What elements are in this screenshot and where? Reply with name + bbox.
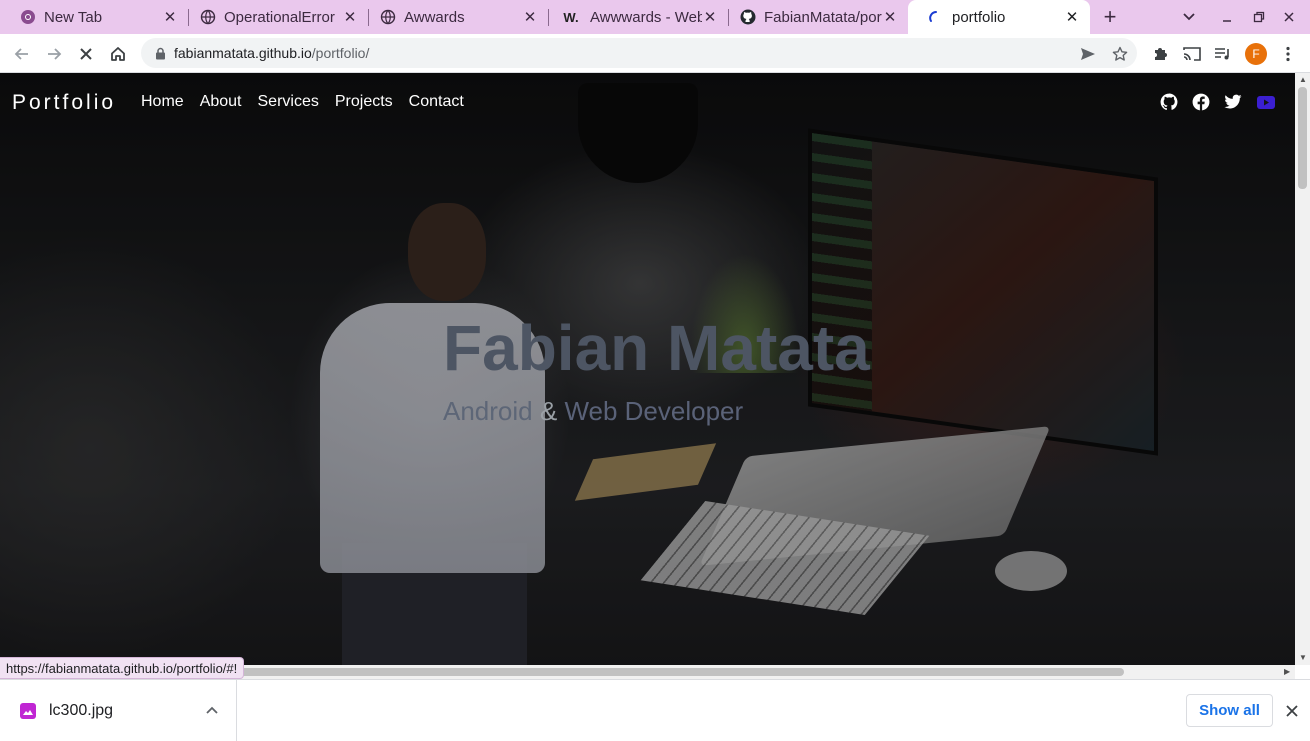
restore-icon[interactable] [1247, 5, 1271, 29]
subtitle-android: Android [443, 396, 533, 426]
tab-close-icon[interactable]: ✕ [882, 9, 898, 26]
scroll-right-arrow-icon[interactable]: ▶ [1284, 667, 1290, 676]
youtube-icon[interactable] [1257, 93, 1275, 111]
vertical-scroll-thumb[interactable] [1298, 87, 1307, 189]
show-all-downloads-button[interactable]: Show all [1186, 694, 1273, 727]
site-brand[interactable]: Portfolio [12, 91, 116, 115]
globe-icon [380, 9, 396, 25]
tab-title: New Tab [44, 8, 103, 26]
close-shelf-icon[interactable] [1283, 702, 1301, 720]
awwwards-w-icon: W. [563, 9, 579, 25]
cast-icon[interactable] [1178, 40, 1206, 68]
page-viewport: Portfolio Home About Services Projects C… [0, 73, 1295, 665]
back-arrow-icon[interactable] [8, 40, 36, 68]
nav-about[interactable]: About [200, 93, 242, 111]
tab-awwards[interactable]: Awwards ✕ [360, 0, 548, 34]
minimize-icon[interactable] [1215, 5, 1239, 29]
download-file-name: lc300.jpg [49, 702, 114, 719]
image-file-icon [20, 703, 36, 719]
bookmark-star-icon[interactable] [1106, 40, 1134, 68]
tab-title: portfolio [952, 8, 1006, 26]
nav-links: Home About Services Projects Contact [141, 93, 464, 111]
github-icon [740, 9, 756, 25]
tab-search-chevron-icon[interactable] [1177, 5, 1201, 29]
tab-title: Awwwards - Web [590, 8, 702, 26]
tab-close-icon[interactable]: ✕ [702, 9, 718, 26]
site-navbar: Portfolio Home About Services Projects C… [0, 73, 1295, 131]
tab-awwwards-web[interactable]: W. Awwwards - Web ✕ [540, 0, 728, 34]
facebook-icon[interactable] [1192, 93, 1210, 111]
tab-close-icon[interactable]: ✕ [522, 9, 538, 26]
close-window-icon[interactable] [1277, 5, 1301, 29]
twitter-icon[interactable] [1224, 93, 1242, 111]
home-icon[interactable] [104, 40, 132, 68]
scroll-down-arrow-icon[interactable]: ▼ [1299, 653, 1307, 662]
forward-arrow-icon[interactable] [40, 40, 68, 68]
tab-strip: New Tab ✕ OperationalError ✕ Awwards ✕ W… [0, 0, 1310, 34]
nav-projects[interactable]: Projects [335, 93, 393, 111]
tab-close-icon[interactable]: ✕ [342, 9, 358, 26]
tab-operationalerror[interactable]: OperationalError ✕ [180, 0, 368, 34]
hero-subtitle: Android & Web Developer [443, 396, 743, 427]
status-link-preview: https://fabianmatata.github.io/portfolio… [0, 657, 245, 679]
globe-icon [200, 9, 216, 25]
url-text: fabianmatata.github.io/portfolio/ [174, 45, 370, 61]
new-tab-plus-icon[interactable]: + [1098, 4, 1122, 29]
chrome-icon [20, 9, 36, 25]
subtitle-ampersand: & [539, 396, 558, 426]
tab-close-icon[interactable]: ✕ [162, 9, 178, 26]
tab-title: Awwards [404, 8, 465, 26]
download-shelf: lc300.jpg Show all [0, 679, 1310, 741]
extensions-puzzle-icon[interactable] [1146, 40, 1174, 68]
download-item[interactable]: lc300.jpg [0, 680, 237, 741]
chevron-up-icon[interactable] [204, 702, 220, 718]
send-to-device-icon[interactable] [1074, 40, 1102, 68]
tab-github-portfolio[interactable]: FabianMatata/portfolio ✕ [720, 0, 908, 34]
hero-headline: Fabian Matata [443, 312, 870, 384]
vertical-scrollbar[interactable]: ▲ ▼ [1295, 73, 1310, 665]
stop-loading-icon[interactable] [72, 40, 100, 68]
nav-contact[interactable]: Contact [409, 93, 464, 111]
nav-services[interactable]: Services [258, 93, 319, 111]
profile-avatar[interactable]: F [1245, 43, 1267, 65]
loading-spinner-icon [928, 9, 944, 25]
lock-icon[interactable] [153, 46, 167, 60]
subtitle-web-developer: Web Developer [564, 396, 744, 426]
github-icon[interactable] [1160, 93, 1178, 111]
tab-new-tab[interactable]: New Tab ✕ [0, 0, 188, 34]
kebab-menu-icon[interactable] [1274, 40, 1302, 68]
tab-close-icon[interactable]: ✕ [1064, 9, 1080, 26]
tab-title: OperationalError [224, 8, 335, 26]
tab-title: FabianMatata/portfolio [764, 8, 882, 26]
media-queue-icon[interactable] [1209, 40, 1237, 68]
scroll-up-arrow-icon[interactable]: ▲ [1299, 75, 1307, 84]
address-bar[interactable]: fabianmatata.github.io/portfolio/ [141, 38, 1137, 68]
browser-toolbar: fabianmatata.github.io/portfolio/ [0, 34, 1310, 73]
nav-home[interactable]: Home [141, 93, 184, 111]
tab-portfolio-active[interactable]: portfolio ✕ [908, 0, 1090, 34]
